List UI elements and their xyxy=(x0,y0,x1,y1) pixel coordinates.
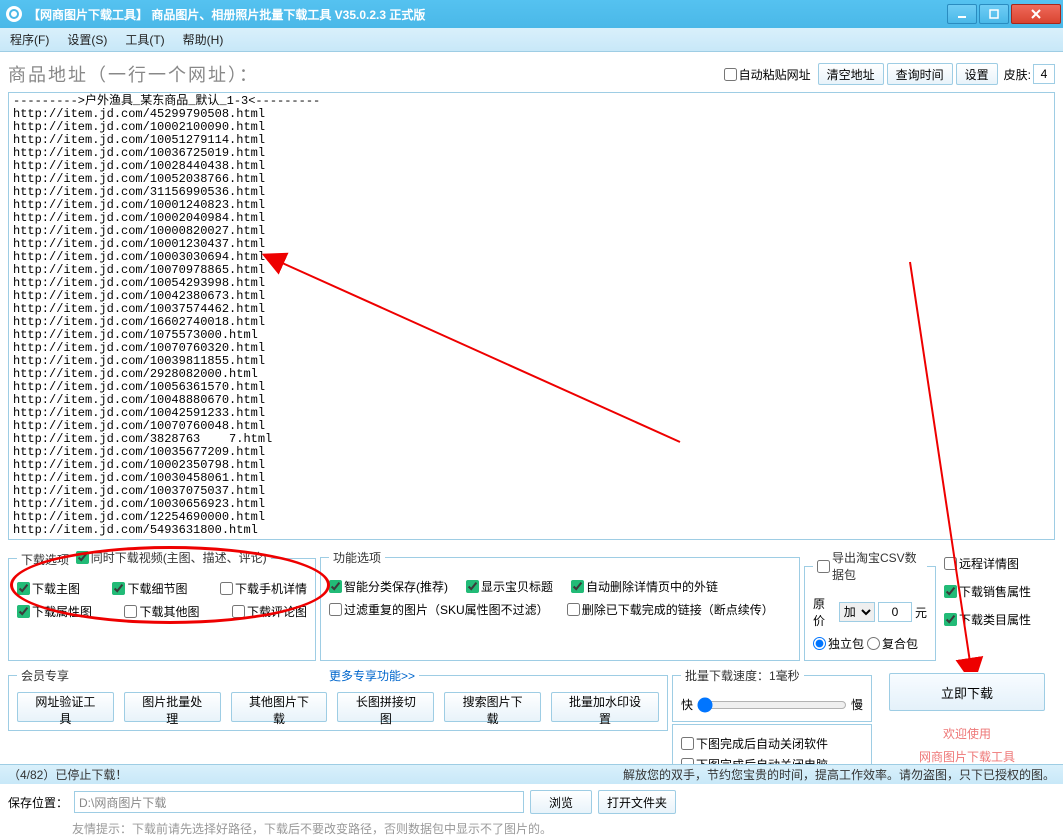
close-button[interactable] xyxy=(1011,4,1061,24)
skin-label: 皮肤: xyxy=(1004,66,1031,83)
window-title: 【网商图片下载工具】 商品图片、相册照片批量下载工具 V35.0.2.3 正式版 xyxy=(28,6,425,23)
attr-img-checkbox[interactable]: 下载属性图 xyxy=(17,603,92,620)
batch-process-button[interactable]: 图片批量处理 xyxy=(124,692,221,722)
export-csv-checkbox[interactable]: 导出淘宝CSV数据包 xyxy=(817,549,923,583)
close-software-checkbox[interactable]: 下图完成后自动关闭软件 xyxy=(681,735,828,752)
status-bar: （4/82）已停止下载！ 解放您的双手，节约您宝贵的时间，提高工作效率。请勿盗图… xyxy=(0,764,1063,784)
url-verify-button[interactable]: 网址验证工具 xyxy=(17,692,114,722)
pack-compound-radio[interactable]: 复合包 xyxy=(867,635,918,652)
price-value-input[interactable] xyxy=(878,602,912,622)
auto-paste-checkbox[interactable]: 自动粘贴网址 xyxy=(724,66,811,83)
skin-input[interactable] xyxy=(1033,64,1055,84)
remote-detail-checkbox[interactable]: 远程详情图 xyxy=(944,555,1019,572)
sale-attr-checkbox[interactable]: 下载销售属性 xyxy=(944,583,1031,600)
address-label: 商品地址（一行一个网址）： xyxy=(8,61,259,87)
other-img-checkbox[interactable]: 下载其他图 xyxy=(124,603,199,620)
auto-delete-ext-checkbox[interactable]: 自动删除详情页中的外链 xyxy=(571,578,718,595)
maximize-button[interactable] xyxy=(979,4,1009,24)
download-options-panel: 下载选项 同时下载视频(主图、描述、评论) 下载主图 下载细节图 下载手机详情 … xyxy=(8,549,316,661)
more-features-link[interactable]: 更多专享功能>> xyxy=(329,669,415,683)
main-img-checkbox[interactable]: 下载主图 xyxy=(17,580,80,597)
query-time-button[interactable]: 查询时间 xyxy=(887,63,953,85)
menu-tools[interactable]: 工具(T) xyxy=(125,31,164,48)
mobile-detail-checkbox[interactable]: 下载手机详情 xyxy=(220,580,307,597)
title-bar: 【网商图片下载工具】 商品图片、相册照片批量下载工具 V35.0.2.3 正式版 xyxy=(0,0,1063,28)
settings-button[interactable]: 设置 xyxy=(956,63,998,85)
review-img-checkbox[interactable]: 下载评论图 xyxy=(232,603,307,620)
app-icon xyxy=(6,6,22,22)
browse-button[interactable]: 浏览 xyxy=(530,790,592,814)
menu-help[interactable]: 帮助(H) xyxy=(183,31,224,48)
start-download-button[interactable]: 立即下载 xyxy=(889,673,1045,711)
detail-img-checkbox[interactable]: 下载细节图 xyxy=(112,580,187,597)
clear-address-button[interactable]: 清空地址 xyxy=(818,63,884,85)
longcut-button[interactable]: 长图拼接切图 xyxy=(337,692,434,722)
remote-panel: 远程详情图 下载销售属性 下载类目属性 xyxy=(940,549,1048,661)
status-right: 解放您的双手，节约您宝贵的时间，提高工作效率。请勿盗图，只下已授权的图。 xyxy=(623,766,1055,783)
status-left: （4/82）已停止下载！ xyxy=(8,766,127,783)
menu-bar: 程序(F) 设置(S) 工具(T) 帮助(H) xyxy=(0,28,1063,52)
search-download-button[interactable]: 搜索图片下载 xyxy=(444,692,541,722)
cat-attr-checkbox[interactable]: 下载类目属性 xyxy=(944,611,1031,628)
price-op-select[interactable]: 加 xyxy=(839,602,875,622)
hint-text: 友情提示：下载前请先选择好路径，下载后不要改变路径，否则数据包中显示不了图片的。 xyxy=(72,820,1055,837)
url-list-textarea[interactable] xyxy=(8,92,1055,540)
delete-done-checkbox[interactable]: 删除已下载完成的链接（断点续传） xyxy=(567,601,774,618)
pack-single-radio[interactable]: 独立包 xyxy=(813,635,864,652)
welcome-text: 欢迎使用 xyxy=(886,725,1048,742)
speed-panel: 批量下载速度：1毫秒 快 慢 xyxy=(672,667,872,722)
action-column: 立即下载 欢迎使用 网商图片下载工具 xyxy=(886,667,1048,765)
open-folder-button[interactable]: 打开文件夹 xyxy=(598,790,676,814)
smart-sort-checkbox[interactable]: 智能分类保存(推荐) xyxy=(329,578,448,595)
save-path-input[interactable] xyxy=(74,791,524,813)
speed-slider[interactable] xyxy=(697,697,847,713)
download-video-checkbox[interactable]: 同时下载视频(主图、描述、评论) xyxy=(76,549,267,566)
show-title-checkbox[interactable]: 显示宝贝标题 xyxy=(466,578,553,595)
product-name-text: 网商图片下载工具 xyxy=(886,748,1048,765)
other-download-button[interactable]: 其他图片下载 xyxy=(231,692,328,722)
save-row: 保存位置： 浏览 打开文件夹 xyxy=(8,790,1055,814)
address-header: 商品地址（一行一个网址）： 自动粘贴网址 清空地址 查询时间 设置 皮肤: xyxy=(8,56,1055,92)
menu-settings[interactable]: 设置(S) xyxy=(67,31,107,48)
filter-dup-checkbox[interactable]: 过滤重复的图片（SKU属性图不过滤） xyxy=(329,601,549,618)
function-options-panel: 功能选项 智能分类保存(推荐) 显示宝贝标题 自动删除详情页中的外链 过滤重复的… xyxy=(320,549,800,661)
csv-panel: 导出淘宝CSV数据包 原价 加 元 独立包 复合包 xyxy=(804,549,936,661)
watermark-button[interactable]: 批量加水印设置 xyxy=(551,692,659,722)
member-panel: 会员专享更多专享功能>> 网址验证工具 图片批量处理 其他图片下载 长图拼接切图… xyxy=(8,667,668,731)
menu-program[interactable]: 程序(F) xyxy=(10,31,49,48)
minimize-button[interactable] xyxy=(947,4,977,24)
